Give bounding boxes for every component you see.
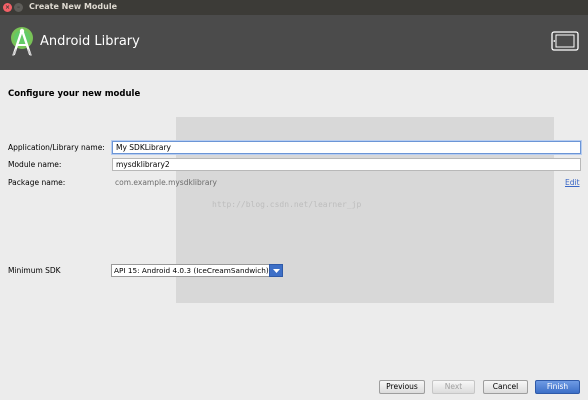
dropdown-arrow-button[interactable] xyxy=(269,264,283,277)
banner-title: Android Library xyxy=(40,34,140,49)
chevron-down-icon xyxy=(273,269,280,273)
tablet-device-icon xyxy=(551,31,579,51)
module-name-field[interactable]: mysdklibrary2 xyxy=(112,158,581,171)
cancel-button[interactable]: Cancel xyxy=(483,380,528,394)
edit-package-link[interactable]: Edit xyxy=(565,178,580,187)
wizard-banner: Android Library xyxy=(0,15,588,70)
app-name-field[interactable]: My SDKLibrary xyxy=(112,141,581,154)
window-title: Create New Module xyxy=(29,2,118,11)
watermark-text: http://blog.csdn.net/learner_jp xyxy=(212,200,362,209)
minimize-window-button[interactable]: – xyxy=(14,3,23,12)
module-name-label: Module name: xyxy=(8,160,62,169)
window-titlebar: × – Create New Module xyxy=(0,0,588,15)
android-studio-logo-icon xyxy=(11,27,33,56)
close-window-button[interactable]: × xyxy=(3,3,12,12)
minimum-sdk-value: API 15: Android 4.0.3 (IceCreamSandwich) xyxy=(114,266,269,275)
minimum-sdk-dropdown[interactable]: API 15: Android 4.0.3 (IceCreamSandwich) xyxy=(111,264,283,277)
package-name-label: Package name: xyxy=(8,178,66,187)
next-button[interactable]: Next xyxy=(432,380,475,394)
finish-button[interactable]: Finish xyxy=(535,380,580,394)
package-name-value: com.example.mysdklibrary xyxy=(115,178,217,187)
minimum-sdk-label: Minimum SDK xyxy=(8,266,61,275)
page-heading: Configure your new module xyxy=(8,89,141,99)
previous-button[interactable]: Previous xyxy=(379,380,425,394)
app-name-label: Application/Library name: xyxy=(8,143,105,152)
